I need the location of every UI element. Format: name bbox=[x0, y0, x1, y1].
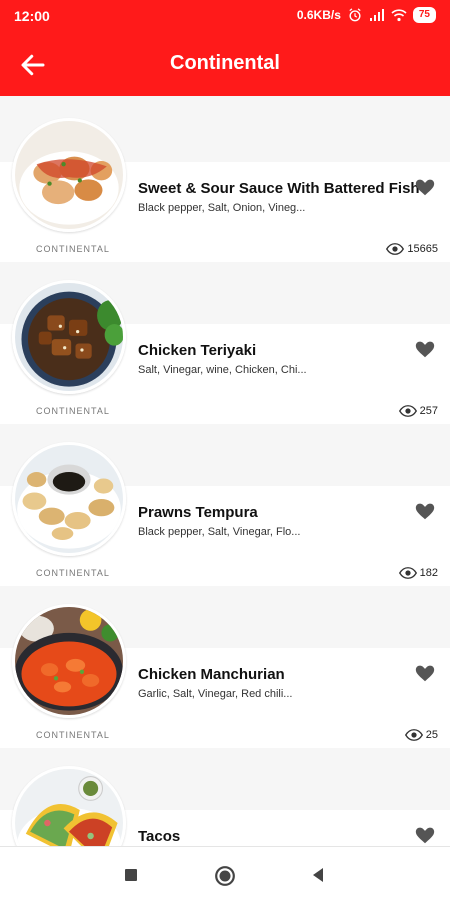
list-item[interactable]: Chicken Teriyaki Salt, Vinegar, wine, Ch… bbox=[0, 258, 450, 424]
page-title: Continental bbox=[170, 52, 280, 74]
recipe-image bbox=[12, 442, 126, 556]
eye-icon bbox=[398, 405, 417, 417]
recipe-ingredients: Salt, Vinegar, wine, Chicken, Chi... bbox=[138, 364, 307, 376]
recipe-ingredients: Garlic, Salt, Vinegar, Red chili... bbox=[138, 688, 293, 700]
view-count-value: 182 bbox=[419, 567, 438, 579]
recents-button[interactable] bbox=[121, 865, 141, 885]
status-time: 12:00 bbox=[14, 8, 50, 24]
heart-icon bbox=[415, 665, 435, 682]
system-nav-bar bbox=[0, 846, 450, 900]
recipe-image bbox=[12, 766, 126, 846]
recipe-list: Sweet & Sour Sauce With Battered Fish Bl… bbox=[0, 96, 450, 846]
status-right: 0.6KB/s 75 bbox=[297, 7, 436, 23]
list-item[interactable]: Sweet & Sour Sauce With Battered Fish Bl… bbox=[0, 96, 450, 262]
circle-home-icon bbox=[215, 866, 235, 886]
back-nav-button[interactable] bbox=[308, 865, 328, 885]
recipe-name[interactable]: Tacos bbox=[138, 828, 180, 845]
list-item[interactable]: Tacos bbox=[0, 744, 450, 846]
recipe-name[interactable]: Prawns Tempura bbox=[138, 504, 258, 521]
recipe-image bbox=[12, 604, 126, 718]
eye-icon bbox=[386, 243, 405, 255]
recipe-ingredients: Black pepper, Salt, Vinegar, Flo... bbox=[138, 526, 301, 538]
recipe-ingredients: Black pepper, Salt, Onion, Vineg... bbox=[138, 202, 306, 214]
view-count-value: 257 bbox=[419, 405, 438, 417]
heart-icon bbox=[415, 179, 435, 196]
favorite-button[interactable] bbox=[414, 824, 436, 846]
heart-icon bbox=[415, 827, 435, 844]
home-button[interactable] bbox=[214, 865, 235, 886]
recipe-name[interactable]: Sweet & Sour Sauce With Battered Fish bbox=[138, 180, 420, 197]
favorite-button[interactable] bbox=[414, 338, 436, 360]
network-speed: 0.6KB/s bbox=[296, 8, 341, 22]
recipe-category: CONTINENTAL bbox=[36, 730, 110, 740]
recipe-name[interactable]: Chicken Teriyaki bbox=[138, 342, 256, 359]
view-count-value: 15665 bbox=[407, 243, 438, 255]
recipe-image bbox=[12, 118, 126, 232]
recipe-image bbox=[12, 280, 126, 394]
recipe-category: CONTINENTAL bbox=[36, 244, 110, 254]
view-count: 25 bbox=[404, 729, 438, 741]
list-item[interactable]: Prawns Tempura Black pepper, Salt, Vineg… bbox=[0, 420, 450, 586]
eye-icon bbox=[398, 567, 417, 579]
status-bar: 12:00 0.6KB/s 75 bbox=[0, 0, 450, 32]
favorite-button[interactable] bbox=[414, 500, 436, 522]
square-icon bbox=[125, 869, 137, 881]
view-count: 15665 bbox=[386, 243, 438, 255]
favorite-button[interactable] bbox=[414, 662, 436, 684]
wifi-icon bbox=[391, 8, 407, 22]
heart-icon bbox=[415, 341, 435, 358]
alarm-icon bbox=[347, 8, 363, 22]
heart-icon bbox=[415, 503, 435, 520]
view-count: 257 bbox=[398, 405, 438, 417]
triangle-back-icon bbox=[313, 868, 323, 882]
recipe-category: CONTINENTAL bbox=[36, 568, 110, 578]
eye-icon bbox=[404, 729, 423, 741]
recipe-name[interactable]: Chicken Manchurian bbox=[138, 666, 285, 683]
battery-indicator: 75 bbox=[412, 7, 436, 23]
list-item[interactable]: Chicken Manchurian Garlic, Salt, Vinegar… bbox=[0, 582, 450, 748]
favorite-button[interactable] bbox=[414, 176, 436, 198]
view-count-value: 25 bbox=[425, 729, 438, 741]
recipe-category: CONTINENTAL bbox=[36, 406, 110, 416]
view-count: 182 bbox=[398, 567, 438, 579]
app-bar: Continental bbox=[0, 32, 450, 96]
signal-icon bbox=[369, 8, 385, 22]
